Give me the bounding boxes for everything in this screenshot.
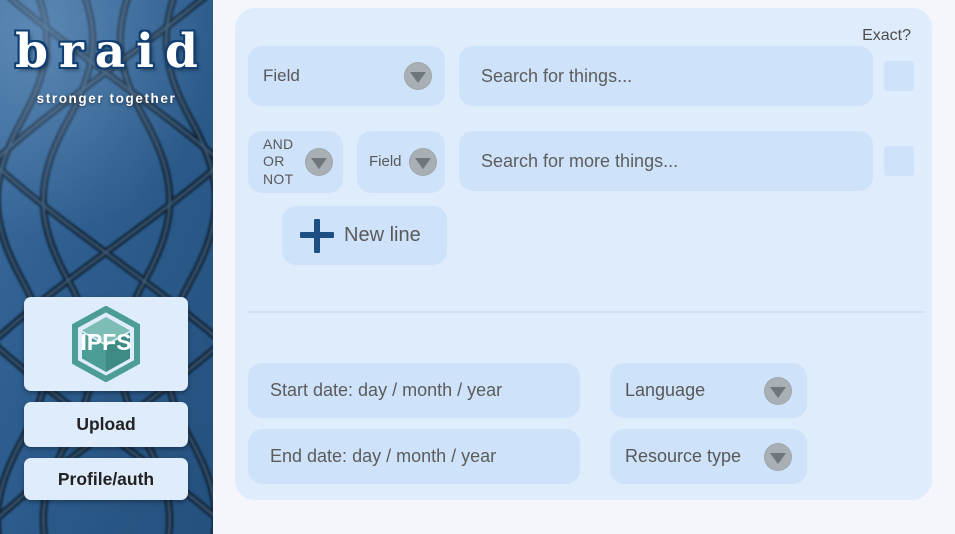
- sidebar-item-upload[interactable]: Upload: [24, 402, 188, 447]
- section-divider: [248, 311, 925, 313]
- end-date-input[interactable]: End date: day / month / year: [248, 429, 580, 484]
- start-date-placeholder: Start date: day / month / year: [270, 380, 503, 400]
- chevron-down-icon[interactable]: [764, 443, 792, 471]
- ipfs-logo-text: IPFS: [80, 329, 131, 355]
- resource-type-select[interactable]: Resource type: [610, 429, 807, 484]
- search-input-row-2[interactable]: Search for more things...: [459, 131, 873, 191]
- chevron-down-icon[interactable]: [764, 377, 792, 405]
- sidebar: braid stronger together IPFS Upload Prof…: [0, 0, 213, 534]
- ipfs-cube-icon: IPFS: [72, 306, 140, 382]
- sidebar-item-ipfs[interactable]: IPFS: [24, 297, 188, 391]
- sidebar-item-label-upload: Upload: [76, 414, 136, 434]
- field-select-label-row-2: Field: [369, 152, 402, 170]
- boolean-operator-label-row-2: AND OR NOT: [263, 136, 294, 187]
- sidebar-item-label-profile-auth: Profile/auth: [57, 468, 155, 489]
- exact-checkbox-row-1[interactable]: [884, 61, 914, 91]
- chevron-down-icon[interactable]: [305, 148, 333, 176]
- add-new-line-button[interactable]: New line: [282, 206, 447, 265]
- plus-icon: [300, 218, 334, 253]
- field-select-row-1[interactable]: Field: [248, 46, 445, 106]
- exact-match-column-label: Exact?: [862, 27, 911, 44]
- boolean-operator-select-row-2[interactable]: AND OR NOT: [248, 131, 343, 193]
- search-input-placeholder-row-1: Search for things...: [481, 65, 633, 86]
- chevron-down-icon[interactable]: [404, 62, 432, 90]
- exact-checkbox-row-2[interactable]: [884, 146, 914, 176]
- search-input-placeholder-row-2: Search for more things...: [481, 150, 679, 171]
- language-select-label: Language: [625, 379, 706, 400]
- brand-logo: braid stronger together: [0, 28, 213, 106]
- brand-wordmark: braid: [15, 24, 209, 79]
- resource-type-select-label: Resource type: [625, 445, 742, 466]
- search-input-row-1[interactable]: Search for things...: [459, 46, 873, 106]
- language-select[interactable]: Language: [610, 363, 807, 418]
- end-date-placeholder: End date: day / month / year: [270, 446, 497, 466]
- add-new-line-label: New line: [344, 224, 421, 246]
- chevron-down-icon[interactable]: [409, 148, 437, 176]
- brand-tagline: stronger together: [36, 91, 177, 106]
- start-date-input[interactable]: Start date: day / month / year: [248, 363, 580, 418]
- search-panel: Exact? Field Search for things... AND OR…: [235, 8, 932, 500]
- field-select-row-2[interactable]: Field: [357, 131, 445, 193]
- sidebar-item-profile-auth[interactable]: Profile/auth: [24, 458, 188, 500]
- field-select-label-row-1: Field: [263, 65, 300, 85]
